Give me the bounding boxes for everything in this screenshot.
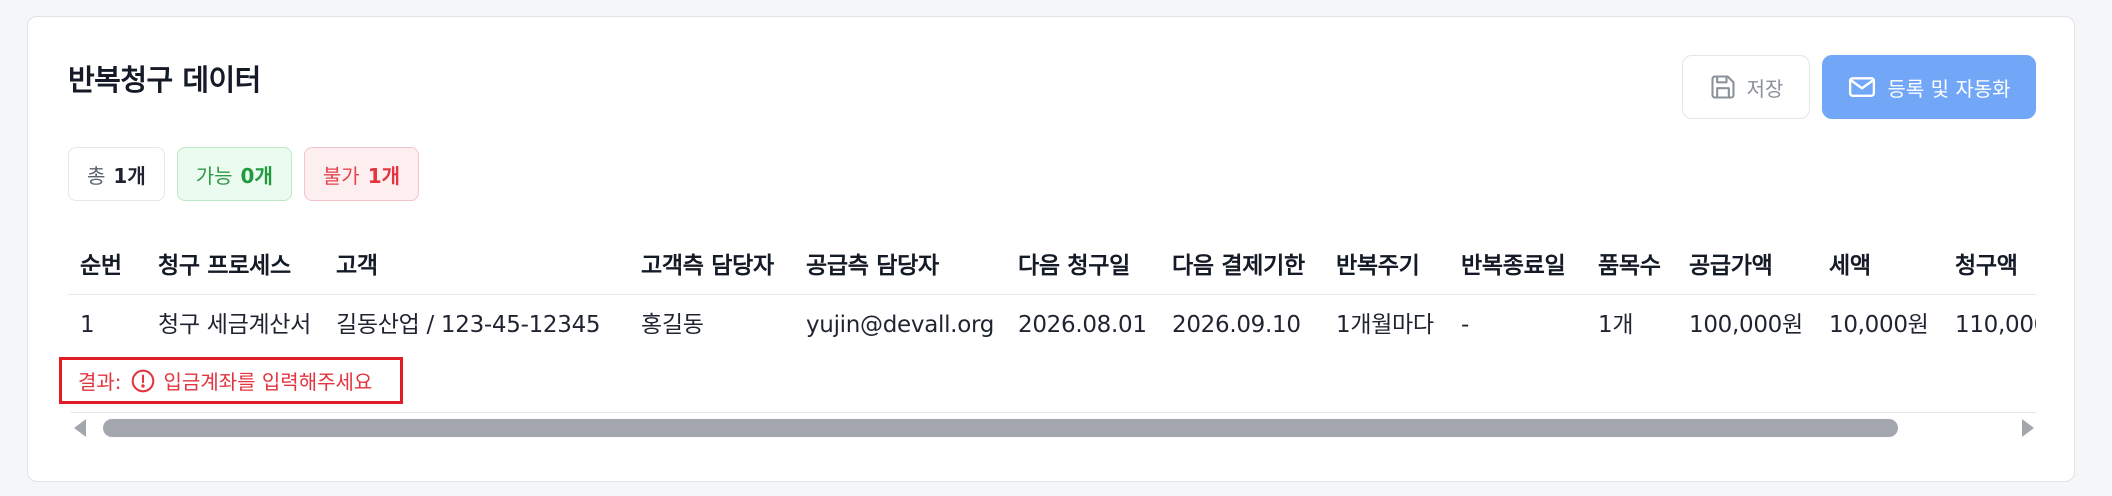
summary-badges: 총 1개 가능 0개 불가 1개 xyxy=(68,147,420,201)
result-message: 입금계좌를 입력해주세요 xyxy=(163,370,373,394)
result-error-message: 결과: 입금계좌를 입력해주세요 xyxy=(59,357,403,404)
unavailable-label: 불가 xyxy=(322,163,360,188)
available-count-badge: 가능 0개 xyxy=(176,147,292,201)
table-cell: 1개 xyxy=(1598,312,1634,338)
total-value: 1개 xyxy=(113,163,146,188)
column-header: 반복주기 xyxy=(1336,253,1420,279)
table-cell: 1 xyxy=(80,312,95,338)
column-header: 세액 xyxy=(1829,253,1871,279)
table-cell: 110,000원 xyxy=(1955,312,2036,338)
column-header: 고객측 담당자 xyxy=(641,253,774,279)
column-header: 반복종료일 xyxy=(1461,253,1566,279)
floppy-disk-icon xyxy=(1709,73,1737,101)
column-header: 순번 xyxy=(80,253,122,279)
column-header: 다음 결제기한 xyxy=(1172,253,1305,279)
available-label: 가능 xyxy=(195,163,233,188)
column-header: 청구액 xyxy=(1955,253,2018,279)
mail-icon xyxy=(1847,72,1877,102)
table-cell: 길동산업 / 123-45-12345 xyxy=(336,312,601,338)
scroll-left-arrow-icon[interactable] xyxy=(74,419,86,437)
table-cell: 100,000원 xyxy=(1689,312,1803,338)
save-button-label: 저장 xyxy=(1746,76,1784,101)
table-cell: 1개월마다 xyxy=(1336,312,1434,338)
unavailable-count-badge: 불가 1개 xyxy=(303,147,420,201)
register-button-label: 등록 및 자동화 xyxy=(1887,76,2011,101)
table-cell: 10,000원 xyxy=(1829,312,1929,338)
column-header: 공급가액 xyxy=(1689,253,1773,279)
result-label: 결과: xyxy=(78,370,122,394)
table-cell: yujin@devall.org xyxy=(806,312,995,338)
register-automation-button[interactable]: 등록 및 자동화 xyxy=(1822,55,2036,119)
panel-title: 반복청구 데이터 xyxy=(68,63,261,97)
table-cell: 2026.08.01 xyxy=(1018,312,1147,338)
table-row[interactable]: 1 청구 세금계산서 길동산업 / 123-45-12345 홍길동 yujin… xyxy=(68,296,2036,354)
column-header: 공급측 담당자 xyxy=(806,253,939,279)
available-value: 0개 xyxy=(240,163,273,188)
scroll-right-arrow-icon[interactable] xyxy=(2022,419,2034,437)
column-header: 품목수 xyxy=(1598,253,1661,279)
unavailable-value: 1개 xyxy=(367,163,401,188)
table-cell: 2026.09.10 xyxy=(1172,312,1301,338)
alert-circle-icon xyxy=(130,368,156,394)
column-header: 청구 프로세스 xyxy=(158,253,291,279)
horizontal-scrollbar[interactable] xyxy=(70,412,2036,442)
scrollbar-thumb[interactable] xyxy=(103,419,1898,437)
total-label: 총 xyxy=(87,163,106,188)
table-cell: - xyxy=(1461,312,1469,338)
table-cell: 홍길동 xyxy=(641,312,704,338)
save-button[interactable]: 저장 xyxy=(1682,55,1810,119)
table-cell: 청구 세금계산서 xyxy=(158,312,312,338)
column-header: 고객 xyxy=(336,253,378,279)
column-header: 다음 청구일 xyxy=(1018,253,1131,279)
total-count-badge: 총 1개 xyxy=(68,147,165,201)
table-header-row: 순번 청구 프로세스 고객 고객측 담당자 공급측 담당자 다음 청구일 다음 … xyxy=(68,237,2036,295)
